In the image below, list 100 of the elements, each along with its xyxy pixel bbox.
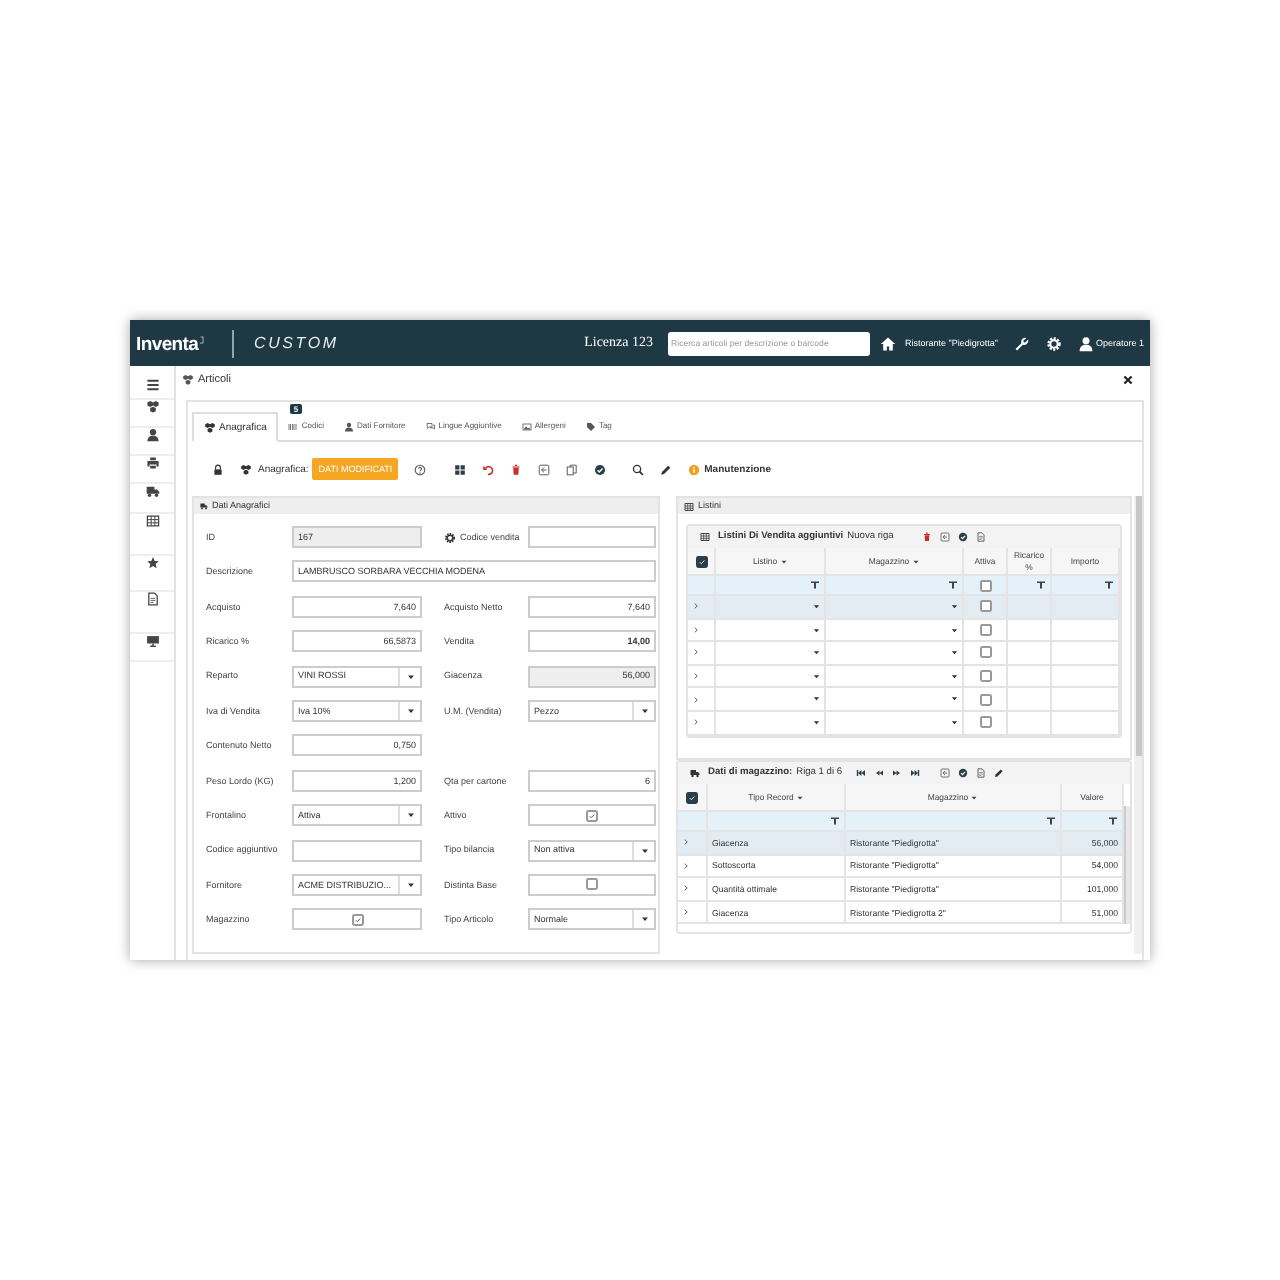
info-icon (688, 463, 701, 475)
star-icon[interactable] (145, 556, 159, 570)
help-icon[interactable] (414, 463, 427, 475)
table-icon[interactable] (145, 514, 159, 528)
input-field[interactable] (528, 526, 656, 548)
bars-icon (288, 422, 299, 432)
image-icon (521, 422, 532, 432)
filter-icon[interactable] (1036, 580, 1046, 590)
filter-icon[interactable] (1104, 580, 1114, 590)
wrench-icon[interactable] (1013, 335, 1030, 351)
logo: Inventa (136, 328, 204, 358)
import-icon[interactable] (939, 532, 950, 542)
previous-icon[interactable] (874, 768, 885, 778)
truck-icon[interactable] (145, 484, 159, 498)
checkbox[interactable] (979, 600, 991, 613)
monitor-icon[interactable] (145, 634, 159, 648)
confirm-icon[interactable] (957, 532, 968, 542)
checkbox[interactable] (979, 716, 991, 729)
expand-icon[interactable] (692, 625, 700, 634)
caret-icon (949, 718, 958, 728)
filter-icon[interactable] (948, 580, 958, 590)
caret-icon (949, 625, 958, 635)
printer-icon[interactable] (145, 456, 159, 470)
product-name: CUSTOM (254, 333, 339, 353)
caret-icon (811, 625, 820, 635)
caret-icon (405, 810, 415, 821)
expand-icon[interactable] (692, 718, 700, 727)
last-page-icon[interactable] (910, 768, 921, 778)
delete-icon[interactable] (510, 463, 523, 475)
copy-icon[interactable] (566, 463, 579, 475)
checkbox[interactable] (586, 878, 598, 891)
cubes-icon (240, 463, 252, 475)
import-icon[interactable] (538, 463, 551, 475)
expand-icon[interactable] (682, 838, 690, 847)
checkbox[interactable] (979, 579, 991, 591)
checkbox[interactable] (686, 791, 698, 803)
caret-icon (949, 694, 958, 704)
expand-icon[interactable] (682, 861, 690, 870)
pencil-icon[interactable] (660, 463, 673, 475)
user-icon[interactable] (1077, 335, 1094, 351)
grid-icon[interactable] (454, 463, 467, 475)
expand-icon[interactable] (692, 672, 700, 681)
settings-icon[interactable] (444, 531, 456, 543)
lock-icon[interactable] (212, 463, 224, 475)
filter-icon[interactable] (830, 816, 840, 826)
confirm-icon[interactable] (594, 463, 607, 475)
document-icon[interactable] (976, 768, 987, 778)
caret-icon (949, 671, 958, 681)
filter-icon[interactable] (1108, 816, 1118, 826)
caret-icon (811, 671, 820, 681)
expand-icon[interactable] (692, 648, 700, 657)
next-icon[interactable] (892, 768, 903, 778)
menu-icon[interactable] (145, 378, 159, 392)
scrollbar[interactable] (1124, 806, 1130, 925)
document-icon[interactable] (145, 592, 159, 606)
expand-icon[interactable] (682, 884, 690, 893)
expand-icon[interactable] (682, 908, 690, 917)
checkbox[interactable] (979, 646, 991, 659)
user-icon (344, 422, 355, 432)
search-icon[interactable] (632, 463, 645, 475)
cubes-icon (182, 374, 194, 386)
checkbox[interactable] (979, 623, 991, 636)
undo-icon[interactable] (482, 463, 495, 475)
expand-icon[interactable] (692, 695, 700, 704)
caret-icon (639, 914, 649, 925)
confirm-icon[interactable] (958, 768, 969, 778)
filter-icon[interactable] (1046, 816, 1056, 826)
pencil-icon[interactable] (994, 768, 1005, 778)
cubes-icon (204, 421, 216, 433)
tag-icon (585, 422, 596, 432)
checkbox[interactable] (979, 693, 991, 706)
filter-icon[interactable] (810, 580, 820, 590)
caret-icon (639, 705, 649, 716)
delete-icon[interactable] (921, 532, 932, 542)
caret-icon (405, 671, 415, 682)
close-icon[interactable] (1122, 374, 1134, 386)
user-icon[interactable] (145, 428, 159, 442)
home-icon[interactable] (879, 335, 896, 351)
input-field[interactable] (292, 839, 422, 862)
caret-icon (405, 705, 415, 716)
first-page-icon[interactable] (856, 768, 867, 778)
checkbox[interactable] (351, 913, 363, 926)
import-icon[interactable] (940, 768, 951, 778)
truck-icon (200, 502, 208, 510)
checkbox[interactable] (979, 670, 991, 683)
checkbox[interactable] (586, 809, 598, 822)
caret-icon (405, 879, 415, 890)
checkbox[interactable] (695, 555, 707, 567)
caret-icon (811, 648, 820, 658)
caret-icon (639, 845, 649, 856)
caret-icon (811, 602, 820, 612)
caret-icon (949, 602, 958, 612)
cubes-icon[interactable] (145, 400, 159, 414)
caret-icon (949, 648, 958, 658)
table-icon (700, 532, 710, 542)
truck-icon (690, 768, 700, 778)
expand-icon[interactable] (692, 602, 700, 611)
caret-icon (811, 718, 820, 728)
chat-icon (425, 422, 436, 432)
document-icon[interactable] (975, 532, 986, 542)
